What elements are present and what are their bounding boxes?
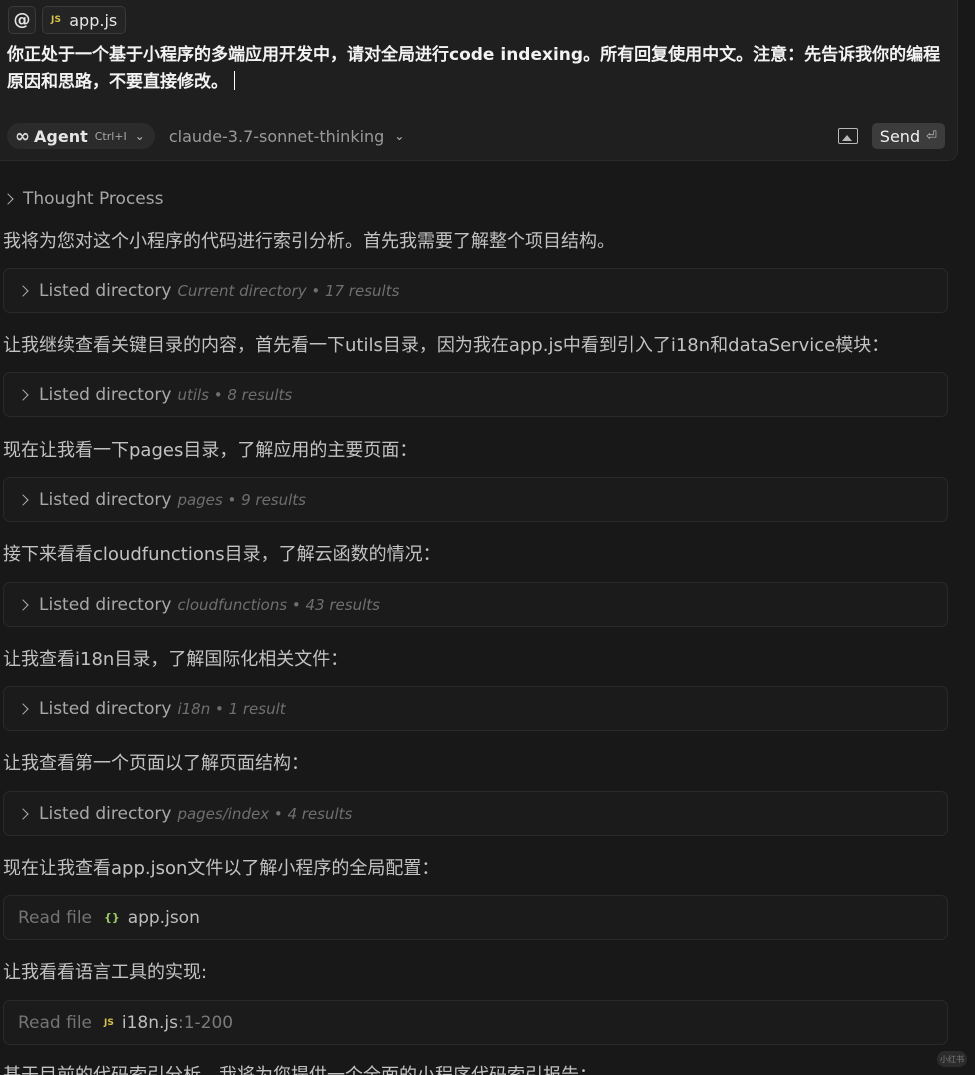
thought-process-label: Thought Process	[23, 189, 164, 209]
model-name: claude-3.7-sonnet-thinking	[168, 126, 385, 146]
tool-call-list-directory[interactable]: Listed directory pages/index • 4 results	[3, 791, 948, 836]
assistant-message: 现在让我看一下pages目录，了解应用的主要页面：	[3, 440, 418, 461]
chevron-right-icon	[17, 284, 29, 297]
agent-mode-selector[interactable]: ∞ Agent Ctrl+I ⌄	[7, 123, 155, 149]
javascript-file-icon: JS	[104, 1017, 114, 1028]
tool-call-title: Listed directory	[39, 384, 172, 405]
context-row: @ JS app.js	[8, 6, 127, 34]
tool-call-read-file[interactable]: Read file JS i18n.js:1-200	[3, 1000, 948, 1045]
read-file-name: app.json	[127, 907, 200, 928]
assistant-message: 我将为您对这个小程序的代码进行索引分析。首先我需要了解整个项目结构。	[3, 231, 615, 252]
json-file-icon: {}	[104, 911, 120, 924]
tool-call-list-directory[interactable]: Listed directory utils • 8 results	[3, 372, 948, 417]
assistant-message: 接下来看看cloudfunctions目录，了解云函数的情况：	[3, 544, 441, 565]
tool-call-detail: i18n • 1 result	[177, 699, 286, 718]
tool-call-title: Listed directory	[39, 698, 172, 719]
send-label: Send	[879, 126, 921, 146]
javascript-file-icon: JS	[51, 15, 62, 25]
tool-call-list-directory[interactable]: Listed directory pages • 9 results	[3, 477, 948, 522]
tool-call-list-directory[interactable]: Listed directory cloudfunctions • 43 res…	[3, 582, 948, 627]
context-file-name: app.js	[69, 10, 118, 30]
assistant-message: 现在让我查看app.json文件以了解小程序的全局配置：	[3, 858, 440, 879]
tool-call-detail: Current directory • 17 results	[177, 281, 400, 300]
tool-call-detail: cloudfunctions • 43 results	[177, 595, 380, 614]
tool-call-list-directory[interactable]: Listed directory Current directory • 17 …	[3, 268, 948, 313]
enter-key-icon: ⏎	[926, 128, 937, 144]
tool-call-title: Listed directory	[39, 280, 172, 301]
at-icon: @	[13, 10, 31, 30]
send-button[interactable]: Send ⏎	[871, 123, 945, 149]
prompt-input[interactable]: 你正处于一个基于小程序的多端应用开发中，请对全局进行code indexing。…	[7, 42, 942, 96]
chevron-down-icon: ⌄	[394, 129, 405, 143]
context-file-chip[interactable]: JS app.js	[42, 6, 127, 34]
chat-panel: @ JS app.js 你正处于一个基于小程序的多端应用开发中，请对全局进行co…	[0, 0, 975, 1075]
tool-call-title: Listed directory	[39, 489, 172, 510]
read-file-range: :1-200	[177, 1012, 234, 1033]
chevron-right-icon	[17, 598, 29, 611]
read-file-label: Read file	[18, 1012, 93, 1033]
tool-call-read-file[interactable]: Read file {} app.json	[3, 895, 948, 940]
add-context-button[interactable]: @	[8, 6, 36, 34]
model-selector[interactable]: claude-3.7-sonnet-thinking ⌄	[169, 127, 405, 146]
infinity-icon: ∞	[15, 125, 30, 147]
assistant-message: 让我查看i18n目录，了解国际化相关文件：	[3, 649, 349, 670]
composer: @ JS app.js 你正处于一个基于小程序的多端应用开发中，请对全局进行co…	[0, 0, 958, 161]
assistant-message: 让我看看语言工具的实现:	[3, 962, 208, 983]
image-upload-icon[interactable]	[837, 128, 858, 144]
assistant-message: 让我继续查看关键目录的内容，首先看一下utils目录，因为我在app.js中看到…	[3, 335, 890, 356]
tool-call-detail: pages • 9 results	[177, 490, 306, 509]
chevron-right-icon	[17, 493, 29, 506]
chevron-right-icon	[17, 807, 29, 820]
chevron-right-icon	[17, 388, 29, 401]
chevron-right-icon	[17, 702, 29, 715]
thought-process-toggle[interactable]: Thought Process	[2, 186, 164, 212]
tool-call-title: Listed directory	[39, 803, 172, 824]
chevron-down-icon: ⌄	[134, 129, 145, 143]
text-cursor	[234, 71, 235, 90]
watermark-badge: 小红书	[937, 1051, 967, 1067]
assistant-message: 基于目前的代码索引分析，我将为您提供一个全面的小程序代码索引报告：	[3, 1061, 597, 1075]
read-file-label: Read file	[18, 907, 93, 928]
tool-call-detail: utils • 8 results	[177, 385, 293, 404]
agent-mode-label: Agent	[34, 126, 88, 146]
agent-shortcut: Ctrl+I	[94, 129, 127, 143]
composer-toolbar: ∞ Agent Ctrl+I ⌄ claude-3.7-sonnet-think…	[7, 122, 945, 150]
tool-call-title: Listed directory	[39, 594, 172, 615]
prompt-text: 你正处于一个基于小程序的多端应用开发中，请对全局进行code indexing。…	[7, 45, 941, 92]
read-file-name: i18n.js	[121, 1012, 178, 1033]
chevron-right-icon	[2, 193, 14, 205]
assistant-message: 让我查看第一个页面以了解页面结构：	[3, 753, 309, 774]
tool-call-list-directory[interactable]: Listed directory i18n • 1 result	[3, 686, 948, 731]
tool-call-detail: pages/index • 4 results	[177, 804, 353, 823]
